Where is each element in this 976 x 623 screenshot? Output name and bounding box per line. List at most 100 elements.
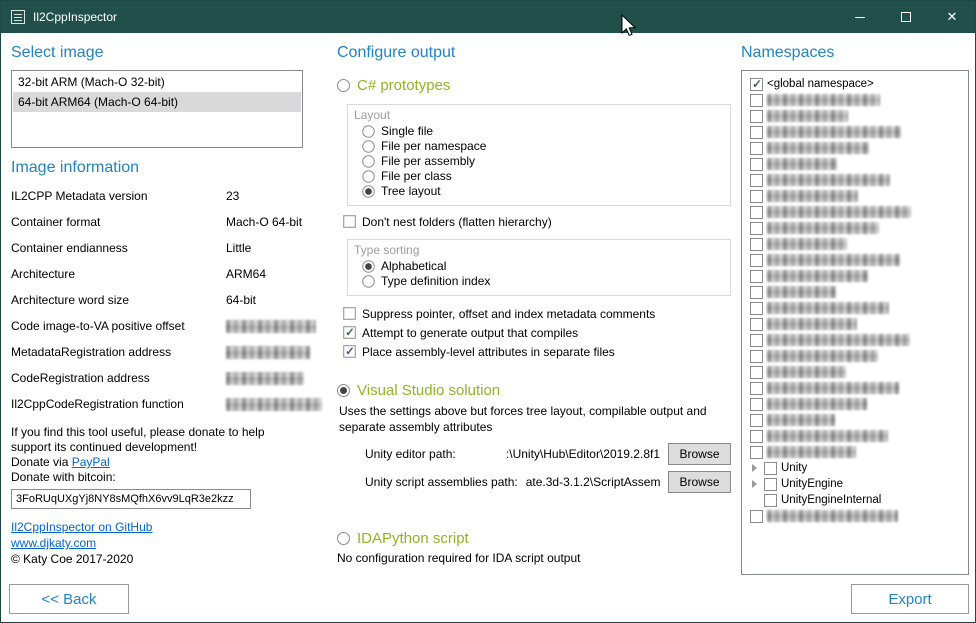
namespace-row[interactable] (744, 396, 966, 412)
radio-icon[interactable] (362, 275, 374, 287)
namespace-row[interactable] (744, 124, 966, 140)
unity-script-path-value[interactable]: ate.3d-3.1.2\ScriptAssemblies (526, 475, 660, 489)
namespace-checkbox[interactable] (750, 126, 763, 139)
namespace-checkbox[interactable] (764, 478, 777, 491)
namespace-row[interactable]: UnityEngineInternal (744, 492, 966, 508)
radio-icon[interactable] (362, 155, 374, 167)
namespace-checkbox[interactable] (750, 78, 763, 91)
namespace-checkbox[interactable] (750, 430, 763, 443)
radio-icon[interactable] (362, 260, 374, 272)
namespace-row[interactable]: Unity (744, 460, 966, 476)
radio-option[interactable]: Tree layout (362, 184, 720, 198)
namespace-checkbox[interactable] (750, 382, 763, 395)
namespace-row[interactable]: UnityEngine (744, 476, 966, 492)
radio-option[interactable]: File per assembly (362, 154, 720, 168)
minimize-button[interactable] (837, 1, 883, 33)
browse-script-button[interactable]: Browse (668, 471, 731, 493)
namespace-row[interactable] (744, 188, 966, 204)
paypal-link[interactable]: PayPal (72, 455, 110, 469)
bitcoin-address-input[interactable] (11, 489, 251, 509)
checkbox-icon[interactable] (343, 307, 355, 319)
radio-icon[interactable] (362, 170, 374, 182)
radio-icon[interactable] (362, 125, 374, 137)
checkbox-icon[interactable] (343, 326, 355, 338)
checkbox-option[interactable]: Attempt to generate output that compiles (343, 325, 731, 340)
unity-editor-path-value[interactable]: :\Unity\Hub\Editor\2019.2.8f1 (464, 447, 660, 461)
namespace-checkbox[interactable] (750, 158, 763, 171)
namespace-checkbox[interactable] (750, 94, 763, 107)
namespace-row[interactable] (744, 316, 966, 332)
namespace-checkbox[interactable] (750, 270, 763, 283)
flatten-checkbox-row[interactable]: Don't nest folders (flatten hierarchy) (343, 214, 731, 229)
namespace-checkbox[interactable] (764, 494, 777, 507)
expander-icon[interactable] (750, 464, 760, 472)
namespace-row[interactable] (744, 140, 966, 156)
namespace-row[interactable] (744, 108, 966, 124)
namespace-row[interactable] (744, 508, 966, 524)
radio-option[interactable]: File per namespace (362, 139, 720, 153)
namespace-checkbox[interactable] (750, 206, 763, 219)
namespace-checkbox[interactable] (750, 110, 763, 123)
namespace-checkbox[interactable] (750, 286, 763, 299)
close-button[interactable]: ✕ (929, 1, 975, 33)
namespace-checkbox[interactable] (750, 190, 763, 203)
mode-visual-studio-solution[interactable]: Visual Studio solution (337, 381, 731, 399)
radio-icon[interactable] (337, 384, 350, 397)
namespace-checkbox[interactable] (750, 446, 763, 459)
namespace-row[interactable] (744, 364, 966, 380)
radio-icon[interactable] (337, 79, 350, 92)
radio-option[interactable]: Single file (362, 124, 720, 138)
checkbox-icon[interactable] (343, 345, 355, 357)
checkbox-option[interactable]: Suppress pointer, offset and index metad… (343, 306, 731, 321)
namespace-row[interactable] (744, 252, 966, 268)
back-button[interactable]: << Back (9, 584, 129, 614)
namespace-row[interactable] (744, 204, 966, 220)
radio-option[interactable]: Alphabetical (362, 259, 720, 273)
namespace-checkbox[interactable] (764, 462, 777, 475)
namespace-checkbox[interactable] (750, 302, 763, 315)
namespace-row[interactable] (744, 444, 966, 460)
namespace-checkbox[interactable] (750, 254, 763, 267)
maximize-button[interactable] (883, 1, 929, 33)
namespace-row[interactable] (744, 332, 966, 348)
namespace-row[interactable] (744, 300, 966, 316)
radio-option[interactable]: Type definition index (362, 274, 720, 288)
mode-csharp-prototypes[interactable]: C# prototypes (337, 76, 731, 94)
website-link[interactable]: www.djkaty.com (11, 536, 96, 550)
checkbox-option[interactable]: Place assembly-level attributes in separ… (343, 344, 731, 359)
browse-editor-button[interactable]: Browse (668, 443, 731, 465)
namespace-row[interactable] (744, 428, 966, 444)
radio-option[interactable]: File per class (362, 169, 720, 183)
namespace-row[interactable] (744, 268, 966, 284)
namespace-checkbox[interactable] (750, 366, 763, 379)
namespace-row[interactable] (744, 92, 966, 108)
image-list-item[interactable]: 64-bit ARM64 (Mach-O 64-bit) (13, 92, 301, 112)
namespace-checkbox[interactable] (750, 142, 763, 155)
mode-idapython-script[interactable]: IDAPython script (337, 529, 731, 547)
namespace-row[interactable] (744, 348, 966, 364)
namespace-checkbox[interactable] (750, 334, 763, 347)
namespace-checkbox[interactable] (750, 318, 763, 331)
namespace-checkbox[interactable] (750, 398, 763, 411)
checkbox-icon[interactable] (343, 215, 355, 227)
namespace-row[interactable] (744, 412, 966, 428)
namespace-row[interactable] (744, 284, 966, 300)
namespace-row[interactable] (744, 380, 966, 396)
namespace-checkbox[interactable] (750, 222, 763, 235)
namespace-checkbox[interactable] (750, 414, 763, 427)
namespace-checkbox[interactable] (750, 238, 763, 251)
namespace-checkbox[interactable] (750, 350, 763, 363)
titlebar[interactable]: Il2CppInspector ✕ (1, 1, 975, 33)
radio-icon[interactable] (362, 140, 374, 152)
namespace-checkbox[interactable] (750, 174, 763, 187)
github-link[interactable]: Il2CppInspector on GitHub (11, 520, 152, 534)
radio-icon[interactable] (362, 185, 374, 197)
expander-icon[interactable] (750, 480, 760, 488)
namespace-checkbox[interactable] (750, 510, 763, 523)
namespace-row[interactable] (744, 236, 966, 252)
image-list-item[interactable]: 32-bit ARM (Mach-O 32-bit) (13, 72, 301, 92)
namespace-row[interactable] (744, 156, 966, 172)
radio-icon[interactable] (337, 532, 350, 545)
namespace-row[interactable] (744, 172, 966, 188)
namespace-row[interactable] (744, 220, 966, 236)
